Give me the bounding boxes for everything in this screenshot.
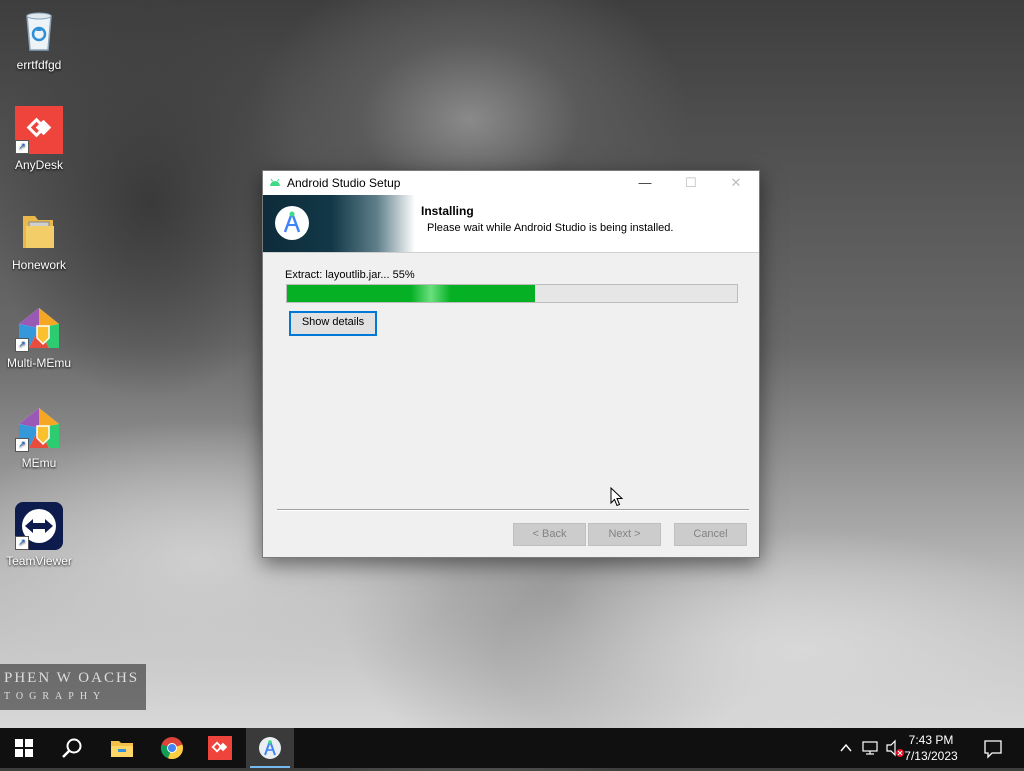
- setup-dialog: Android Studio Setup — ☐ ✕ Installing Pl…: [262, 170, 760, 558]
- memu-icon: ↗: [15, 404, 63, 452]
- progress-fill: [287, 285, 535, 302]
- taskbar-clock[interactable]: 7:43 PM 7/13/2023: [896, 732, 966, 764]
- desktop-icon-label: Honework: [11, 258, 67, 272]
- desktop-icon-label: errtfdfgd: [16, 58, 62, 72]
- notification-icon: [984, 740, 1002, 759]
- desktop-icon-teamviewer[interactable]: ↗ TeamViewer: [0, 502, 78, 568]
- desktop-icon-memu[interactable]: ↗ MEmu: [0, 404, 78, 470]
- taskbar-android-studio-setup[interactable]: [246, 728, 294, 768]
- start-button[interactable]: [0, 728, 48, 768]
- clock-time: 7:43 PM: [908, 733, 954, 747]
- desktop-icon-recycle-bin[interactable]: errtfdfgd: [0, 6, 78, 72]
- taskbar-anydesk[interactable]: [196, 728, 244, 768]
- chevron-up-icon: [840, 743, 852, 752]
- recycle-bin-icon: [15, 6, 63, 54]
- clock-date: 7/13/2023: [904, 749, 958, 763]
- next-button: Next >: [588, 523, 661, 546]
- android-studio-logo-icon: [275, 206, 309, 240]
- action-center-button[interactable]: [978, 728, 1008, 768]
- show-details-button[interactable]: Show details: [289, 311, 377, 336]
- shortcut-arrow-icon: ↗: [15, 140, 29, 154]
- desktop-icon-anydesk[interactable]: ↗ AnyDesk: [0, 106, 78, 172]
- show-hidden-icons-button[interactable]: [838, 728, 854, 768]
- network-tray-button[interactable]: [860, 728, 880, 768]
- maximize-button: ☐: [685, 175, 697, 190]
- wallpaper-watermark: PHEN W OACHS TOGRAPHY: [0, 664, 146, 710]
- anydesk-icon: [208, 736, 232, 760]
- search-button[interactable]: [48, 728, 96, 768]
- close-button: ✕: [730, 175, 742, 190]
- title-bar[interactable]: Android Studio Setup — ☐ ✕: [263, 171, 759, 195]
- shortcut-arrow-icon: ↗: [15, 536, 29, 550]
- file-explorer-icon: [111, 741, 133, 757]
- windows-logo-icon: [15, 739, 33, 757]
- watermark-line-2: TOGRAPHY: [4, 691, 107, 702]
- watermark-line-1: PHEN W OACHS: [4, 670, 140, 686]
- header-banner: Installing Please wait while Android Stu…: [263, 195, 759, 253]
- anydesk-icon: ↗: [15, 106, 63, 154]
- network-icon: [862, 741, 878, 755]
- dialog-title: Android Studio Setup: [287, 176, 401, 190]
- shortcut-arrow-icon: ↗: [15, 438, 29, 452]
- desktop-icon-label: MEmu: [21, 456, 57, 470]
- chrome-icon: [160, 737, 184, 760]
- folder-icon: [15, 206, 63, 254]
- page-heading: Installing: [421, 204, 474, 218]
- search-icon: [62, 738, 82, 758]
- mouse-cursor-icon: [610, 487, 624, 507]
- teamviewer-icon: ↗: [15, 502, 63, 550]
- cancel-button: Cancel: [674, 523, 747, 546]
- install-status-text: Extract: layoutlib.jar... 55%: [285, 269, 415, 281]
- footer-separator: [277, 509, 749, 511]
- desktop-icon-label: Multi-MEmu: [6, 356, 71, 370]
- android-studio-setup-icon: [259, 737, 281, 759]
- android-icon: [270, 178, 280, 186]
- desktop-icon-label: AnyDesk: [14, 158, 64, 172]
- shortcut-arrow-icon: ↗: [15, 338, 29, 352]
- back-button: < Back: [513, 523, 586, 546]
- minimize-button[interactable]: —: [622, 171, 668, 195]
- taskbar-chrome[interactable]: [148, 728, 196, 768]
- desktop-icon-label: TeamViewer: [6, 554, 72, 568]
- taskbar-file-explorer[interactable]: [98, 728, 146, 768]
- taskbar: 7:43 PM 7/13/2023: [0, 728, 1024, 768]
- desktop-icon-multi-memu[interactable]: ↗ Multi-MEmu: [0, 304, 78, 370]
- multi-memu-icon: ↗: [15, 304, 63, 352]
- page-subheading: Please wait while Android Studio is bein…: [427, 222, 674, 234]
- install-progress-bar: [286, 284, 738, 303]
- desktop-icon-honework[interactable]: Honework: [0, 206, 78, 272]
